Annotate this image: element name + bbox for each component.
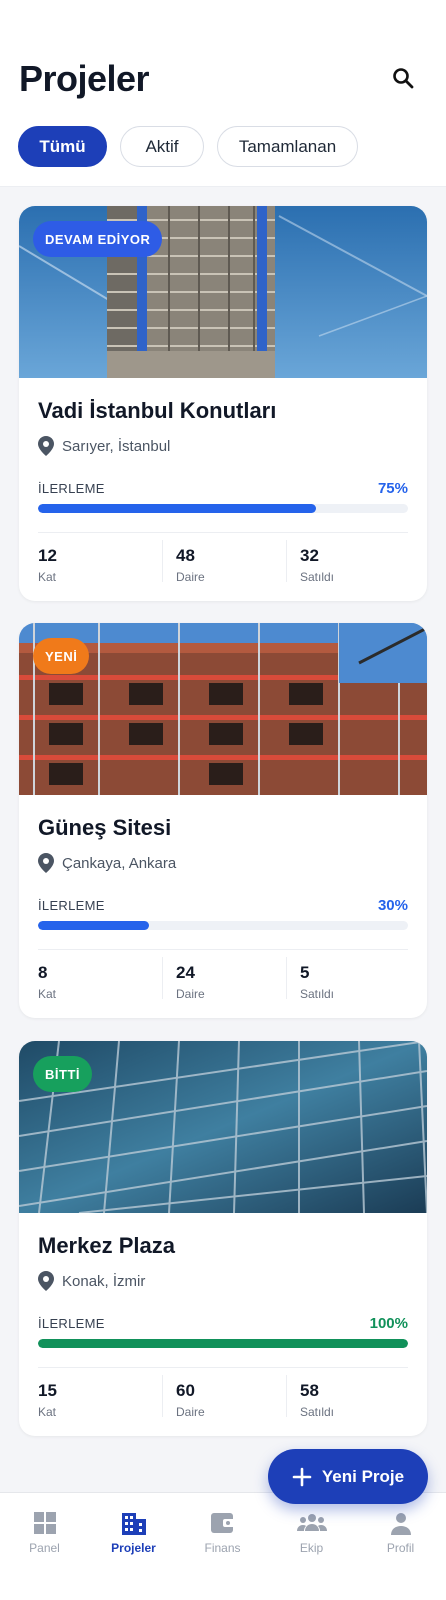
stat-divider [162, 1375, 163, 1417]
location-text: Sarıyer, İstanbul [62, 437, 171, 455]
app-header: Projeler Tümü Aktif Tamamlanan [0, 0, 446, 187]
stat-floors: 15 Kat [38, 1381, 57, 1419]
stat-units: 60 Daire [176, 1381, 205, 1419]
stat-label: Daire [176, 1405, 205, 1419]
progress-fill [38, 504, 316, 513]
new-project-button[interactable]: Yeni Proje [268, 1449, 428, 1504]
progress-bar [38, 504, 408, 513]
location-pin-icon [38, 1271, 54, 1291]
project-location: Çankaya, Ankara [38, 853, 176, 873]
tab-panel[interactable]: Panel [0, 1511, 89, 1555]
stat-label: Satıldı [300, 1405, 335, 1419]
project-name: Merkez Plaza [38, 1233, 175, 1258]
divider [38, 532, 408, 533]
tab-label: Ekip [299, 1541, 324, 1555]
stat-divider [162, 540, 163, 582]
stat-divider [286, 540, 287, 582]
stat-sold: 32 Satıldı [300, 546, 334, 584]
progress-value: 100% [369, 1315, 408, 1332]
filter-chip-active[interactable]: Aktif [120, 126, 204, 167]
location-text: Konak, İzmir [62, 1272, 146, 1290]
tab-label: Projeler [111, 1541, 156, 1555]
wallet-icon [210, 1513, 235, 1533]
divider [38, 1367, 408, 1368]
progress-bar [38, 1339, 408, 1348]
status-badge: YENİ [33, 638, 90, 674]
team-icon [296, 1514, 327, 1531]
stat-label: Daire [176, 987, 205, 1001]
tab-projects[interactable]: Projeler [89, 1511, 178, 1555]
status-badge: BİTTİ [33, 1056, 92, 1092]
project-location: Konak, İzmir [38, 1271, 145, 1291]
stat-value: 32 [300, 546, 319, 565]
progress-label: İLERLEME [38, 898, 105, 913]
grid-icon [33, 1512, 56, 1534]
tab-team[interactable]: Ekip [267, 1511, 356, 1555]
project-card[interactable]: YENİ Güneş Sitesi Çankaya, Ankara İLERLE… [19, 623, 427, 1018]
search-icon [393, 68, 414, 89]
stat-sold: 5 Satıldı [300, 963, 334, 1001]
project-location: Sarıyer, İstanbul [38, 436, 170, 456]
divider [38, 949, 408, 950]
progress-label: İLERLEME [38, 1316, 105, 1331]
project-card[interactable]: BİTTİ Merkez Plaza Konak, İzmir İLERLEME… [19, 1041, 427, 1436]
stat-label: Kat [38, 987, 57, 1001]
stat-value: 8 [38, 963, 48, 982]
stat-divider [286, 957, 287, 999]
stat-divider [286, 1375, 287, 1417]
stat-floors: 8 Kat [38, 963, 56, 1001]
tab-label: Panel [29, 1541, 60, 1555]
project-card[interactable]: DEVAM EDİYOR Vadi İstanbul Konutları Sar… [19, 206, 427, 601]
building-icon [121, 1513, 146, 1535]
stat-floors: 12 Kat [38, 546, 57, 584]
location-pin-icon [38, 436, 54, 456]
stat-label: Kat [38, 1405, 57, 1419]
bottom-tab-bar: Panel Projeler Finans Ekip Profil [0, 1492, 446, 1600]
stat-divider [162, 957, 163, 999]
stat-label: Daire [176, 570, 205, 584]
stat-label: Satıldı [300, 570, 335, 584]
stat-sold: 58 Satıldı [300, 1381, 334, 1419]
stat-value: 5 [300, 963, 310, 982]
progress-label: İLERLEME [38, 481, 105, 496]
status-badge: DEVAM EDİYOR [33, 221, 163, 257]
new-project-label: Yeni Proje [321, 1466, 405, 1486]
tab-profile[interactable]: Profil [356, 1511, 445, 1555]
stat-value: 58 [300, 1381, 319, 1400]
stat-value: 12 [38, 546, 57, 565]
project-name: Vadi İstanbul Konutları [38, 398, 277, 423]
stat-value: 48 [176, 546, 195, 565]
stat-units: 48 Daire [176, 546, 205, 584]
filter-chip-all[interactable]: Tümü [18, 126, 107, 167]
progress-fill [38, 921, 149, 930]
tab-label: Finans [204, 1541, 241, 1555]
project-name: Güneş Sitesi [38, 815, 172, 840]
page-title: Projeler [19, 58, 150, 99]
tab-label: Profil [386, 1541, 415, 1555]
progress-value: 75% [377, 480, 408, 497]
plus-icon [292, 1467, 312, 1486]
progress-bar [38, 921, 408, 930]
progress-value: 30% [377, 897, 408, 914]
stat-label: Satıldı [300, 987, 335, 1001]
stat-value: 15 [38, 1381, 57, 1400]
filter-chip-completed[interactable]: Tamamlanan [217, 126, 358, 167]
search-button[interactable] [387, 62, 419, 94]
location-text: Çankaya, Ankara [62, 854, 177, 872]
stat-value: 60 [176, 1381, 195, 1400]
stat-label: Kat [38, 570, 57, 584]
tab-finance[interactable]: Finans [178, 1511, 267, 1555]
stat-value: 24 [176, 963, 195, 982]
stat-units: 24 Daire [176, 963, 205, 1001]
progress-fill [38, 1339, 408, 1348]
person-icon [390, 1513, 411, 1535]
location-pin-icon [38, 853, 54, 873]
